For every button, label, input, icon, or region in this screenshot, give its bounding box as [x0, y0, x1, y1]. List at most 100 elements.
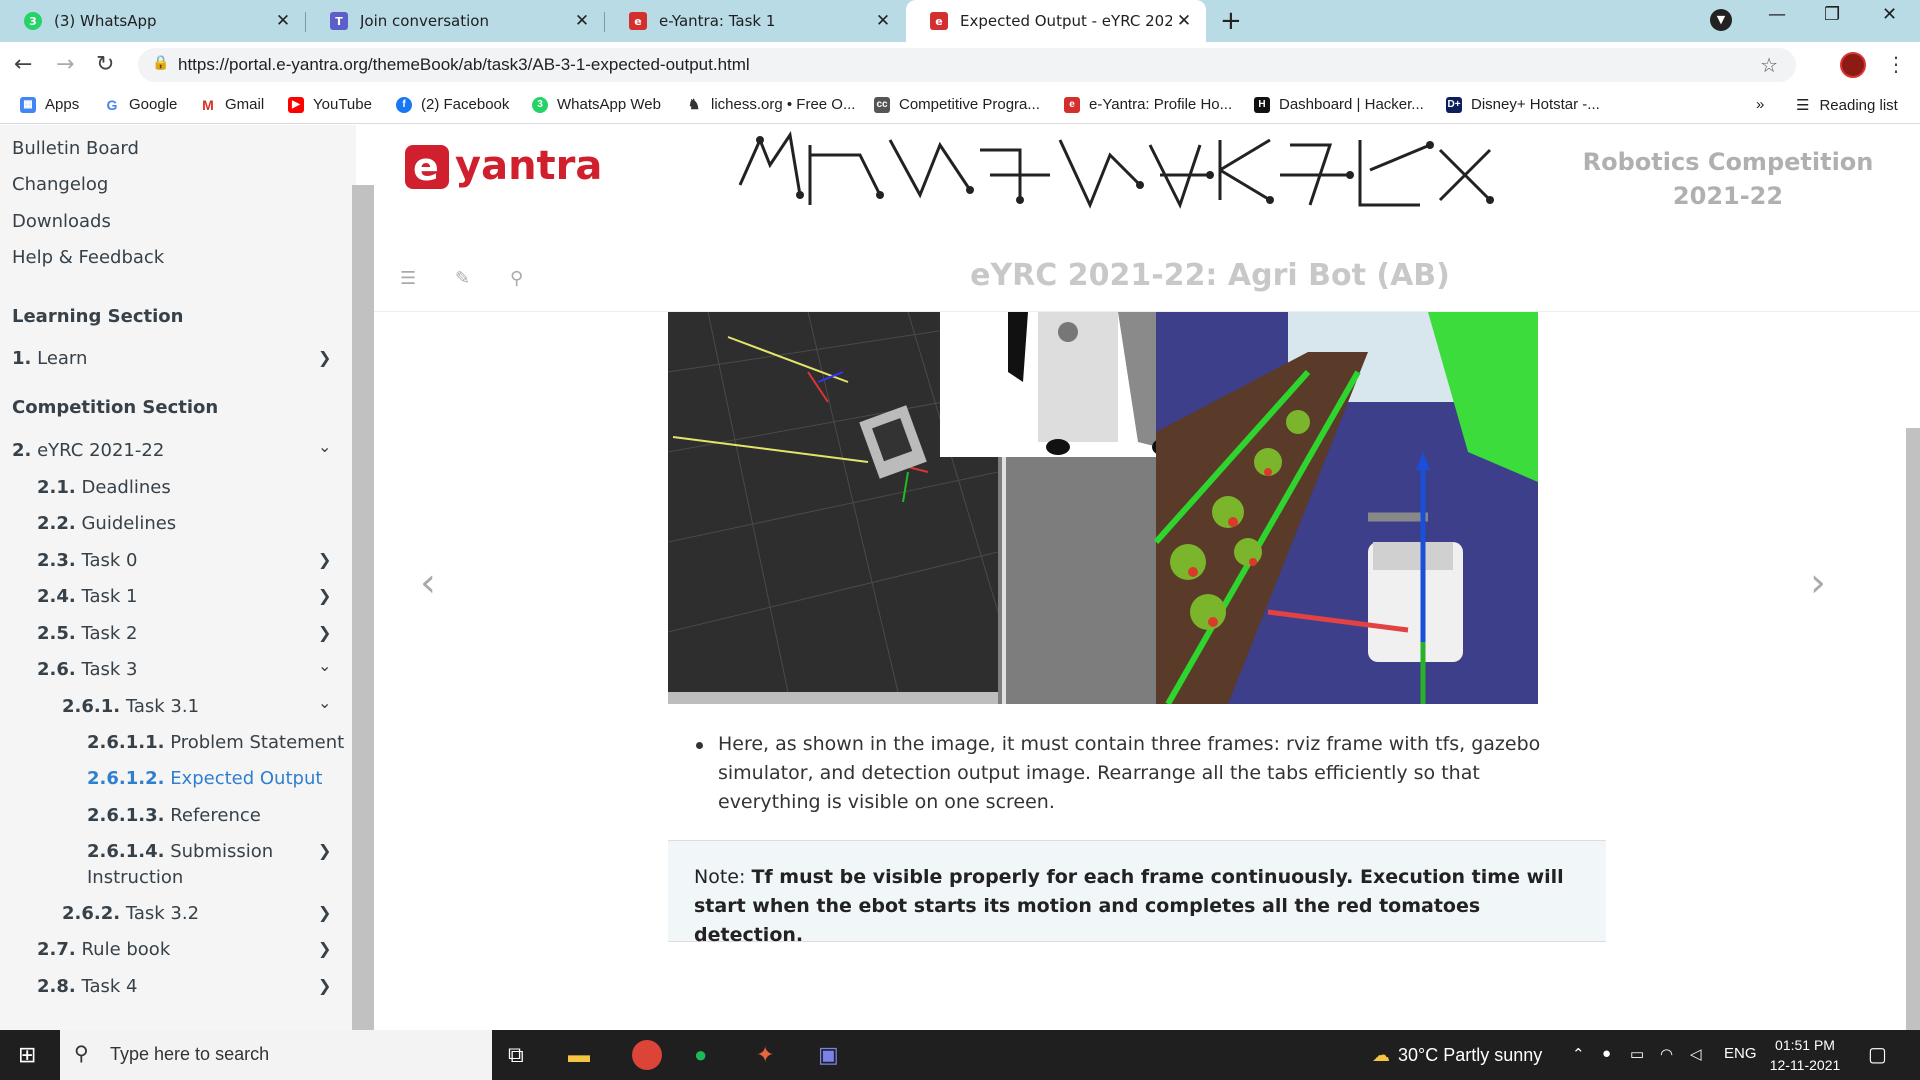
- system-clock[interactable]: 01:51 PM 12-11-2021: [1760, 1035, 1850, 1075]
- maximize-button[interactable]: ❐: [1824, 4, 1840, 25]
- close-window-button[interactable]: ✕: [1882, 4, 1897, 25]
- sidebar-item-problem-statement[interactable]: 2.6.1.1. Problem Statement: [87, 732, 344, 753]
- search-placeholder: Type here to search: [110, 1044, 270, 1064]
- sidebar-item-deadlines[interactable]: 2.1. Deadlines: [37, 477, 171, 498]
- chevron-down-icon[interactable]: ⌄: [318, 437, 331, 456]
- bookmark-competitive-programming[interactable]: cc Competitive Progra...: [874, 96, 1040, 113]
- bookmark-hotstar[interactable]: D+ Disney+ Hotstar -...: [1446, 96, 1600, 113]
- bookmark-label: Apps: [45, 96, 80, 113]
- sidebar-item-eyrc[interactable]: 2. eYRC 2021-22: [12, 440, 164, 461]
- bookmark-eyantra-profile[interactable]: e e-Yantra: Profile Ho...: [1064, 96, 1232, 113]
- content-scrollbar[interactable]: [1906, 428, 1920, 1030]
- reload-button[interactable]: ↻: [96, 52, 114, 77]
- apps-grid-icon: ▦: [20, 96, 36, 113]
- sidebar-item-reference[interactable]: 2.6.1.3. Reference: [87, 805, 261, 826]
- profile-avatar[interactable]: [1840, 52, 1866, 78]
- bookmark-whatsapp-web[interactable]: 3 WhatsApp Web: [532, 96, 661, 113]
- sidebar-item-changelog[interactable]: Changelog: [12, 174, 108, 195]
- book-sidebar: Bulletin Board Changelog Downloads Help …: [0, 125, 356, 1030]
- tab-search-button[interactable]: ▼: [1710, 9, 1732, 31]
- sidebar-item-task3-2[interactable]: 2.6.2. Task 3.2: [62, 903, 199, 924]
- chevron-right-icon[interactable]: ❯: [318, 976, 331, 995]
- svg-text:yantra: yantra: [455, 143, 602, 189]
- chevron-down-icon[interactable]: ⌄: [318, 693, 331, 712]
- sidebar-scrollbar[interactable]: [352, 185, 374, 1030]
- paint-icon[interactable]: ✦: [756, 1042, 774, 1068]
- sidebar-item-task4[interactable]: 2.8. Task 4: [37, 976, 138, 997]
- sidebar-item-expected-output[interactable]: 2.6.1.2. Expected Output: [87, 768, 322, 789]
- chevron-right-icon[interactable]: ❯: [318, 348, 331, 367]
- bookmark-apps[interactable]: ▦ Apps: [20, 96, 79, 113]
- sidebar-item-task2[interactable]: 2.5. Task 2: [37, 623, 138, 644]
- chevron-right-icon[interactable]: ❯: [318, 623, 331, 642]
- sidebar-item-submission-instruction-cont[interactable]: Instruction: [87, 867, 183, 888]
- sidebar-item-task3-1[interactable]: 2.6.1. Task 3.1: [62, 696, 199, 717]
- chrome-menu-icon[interactable]: ⋮: [1886, 52, 1906, 76]
- spotify-icon[interactable]: ●: [694, 1042, 707, 1068]
- bookmark-lichess[interactable]: ♞ lichess.org • Free O...: [686, 96, 855, 113]
- sidebar-item-guidelines[interactable]: 2.2. Guidelines: [37, 513, 176, 534]
- sidebar-item-downloads[interactable]: Downloads: [12, 211, 111, 232]
- bookmark-label: lichess.org • Free O...: [711, 96, 856, 113]
- sidebar-item-task3[interactable]: 2.6. Task 3: [37, 659, 138, 680]
- back-button[interactable]: ←: [14, 52, 32, 77]
- battery-icon[interactable]: ▭: [1630, 1045, 1644, 1063]
- microphone-icon[interactable]: ●: [1602, 1045, 1611, 1062]
- sidebar-item-task1[interactable]: 2.4. Task 1: [37, 586, 138, 607]
- close-icon[interactable]: ✕: [1172, 11, 1196, 31]
- chevron-right-icon[interactable]: ❯: [318, 550, 331, 569]
- sidebar-item-rule-book[interactable]: 2.7. Rule book: [37, 939, 170, 960]
- close-icon[interactable]: ✕: [570, 11, 594, 31]
- bookmark-youtube[interactable]: ▶ YouTube: [288, 96, 372, 113]
- sidebar-item-task0[interactable]: 2.3. Task 0: [37, 550, 138, 571]
- chevron-right-icon[interactable]: ❯: [318, 841, 331, 860]
- teams-icon[interactable]: ▣: [818, 1042, 839, 1068]
- new-tab-button[interactable]: +: [1220, 6, 1242, 36]
- reading-list-button[interactable]: ☰ Reading list: [1796, 96, 1898, 115]
- lock-icon[interactable]: 🔒: [152, 55, 169, 71]
- bookmark-label: Competitive Progra...: [899, 96, 1040, 113]
- eyantra-icon: e: [1064, 96, 1080, 113]
- wifi-icon[interactable]: ◠: [1660, 1045, 1673, 1063]
- bookmark-hackerrank[interactable]: H Dashboard | Hacker...: [1254, 96, 1424, 113]
- chevron-up-icon[interactable]: ⌃: [1572, 1045, 1585, 1063]
- minimize-button[interactable]: —: [1768, 4, 1786, 25]
- more-bookmarks-button[interactable]: »: [1756, 96, 1764, 113]
- task-view-icon[interactable]: ⧉: [508, 1042, 524, 1068]
- file-explorer-icon[interactable]: ▬: [568, 1042, 590, 1068]
- close-icon[interactable]: ✕: [271, 11, 295, 31]
- next-page-arrow[interactable]: ›: [1810, 560, 1826, 606]
- weather-widget[interactable]: ☁ 30°C Partly sunny: [1372, 1045, 1542, 1066]
- tab-whatsapp[interactable]: 3 (3) WhatsApp ✕: [0, 0, 305, 42]
- taskbar-search-box[interactable]: ⚲ Type here to search: [60, 1030, 492, 1080]
- tab-join-conversation[interactable]: T Join conversation ✕: [306, 0, 604, 42]
- address-bar[interactable]: 🔒 https://portal.e-yantra.org/themeBook/…: [138, 48, 1796, 82]
- bookmark-star-icon[interactable]: ☆: [1760, 53, 1778, 77]
- sidebar-item-learn[interactable]: 1. Learn: [12, 348, 87, 369]
- chevron-down-icon[interactable]: ⌄: [318, 656, 331, 675]
- chrome-icon[interactable]: [632, 1040, 662, 1070]
- sidebar-item-submission-instruction[interactable]: 2.6.1.4. Submission: [87, 841, 273, 862]
- sidebar-item-help-feedback[interactable]: Help & Feedback: [12, 247, 164, 268]
- bookmark-google[interactable]: G Google: [104, 96, 177, 113]
- bookmark-facebook[interactable]: f (2) Facebook: [396, 96, 509, 113]
- chevron-right-icon[interactable]: ❯: [318, 903, 331, 922]
- url-text[interactable]: https://portal.e-yantra.org/themeBook/ab…: [178, 55, 750, 75]
- chevron-right-icon[interactable]: ❯: [318, 586, 331, 605]
- language-indicator[interactable]: ENG: [1724, 1045, 1757, 1062]
- tab-eyantra-task1[interactable]: e e-Yantra: Task 1 ✕: [605, 0, 905, 42]
- bookmark-gmail[interactable]: M Gmail: [200, 96, 264, 113]
- weather-text: 30°C Partly sunny: [1398, 1045, 1543, 1065]
- windows-start-icon[interactable]: ⊞: [18, 1042, 36, 1068]
- hotstar-icon: D+: [1446, 96, 1462, 113]
- sidebar-item-bulletin-board[interactable]: Bulletin Board: [12, 138, 139, 159]
- forward-button[interactable]: →: [56, 52, 74, 77]
- notifications-icon[interactable]: ▢: [1868, 1042, 1887, 1067]
- volume-icon[interactable]: ◁: [1690, 1045, 1702, 1063]
- previous-page-arrow[interactable]: ‹: [420, 560, 436, 606]
- bookmark-label: Gmail: [225, 96, 265, 113]
- close-icon[interactable]: ✕: [871, 11, 895, 31]
- youtube-icon: ▶: [288, 96, 304, 113]
- tab-expected-output[interactable]: e Expected Output - eYRC 2021-22 ✕: [906, 0, 1206, 42]
- chevron-right-icon[interactable]: ❯: [318, 939, 331, 958]
